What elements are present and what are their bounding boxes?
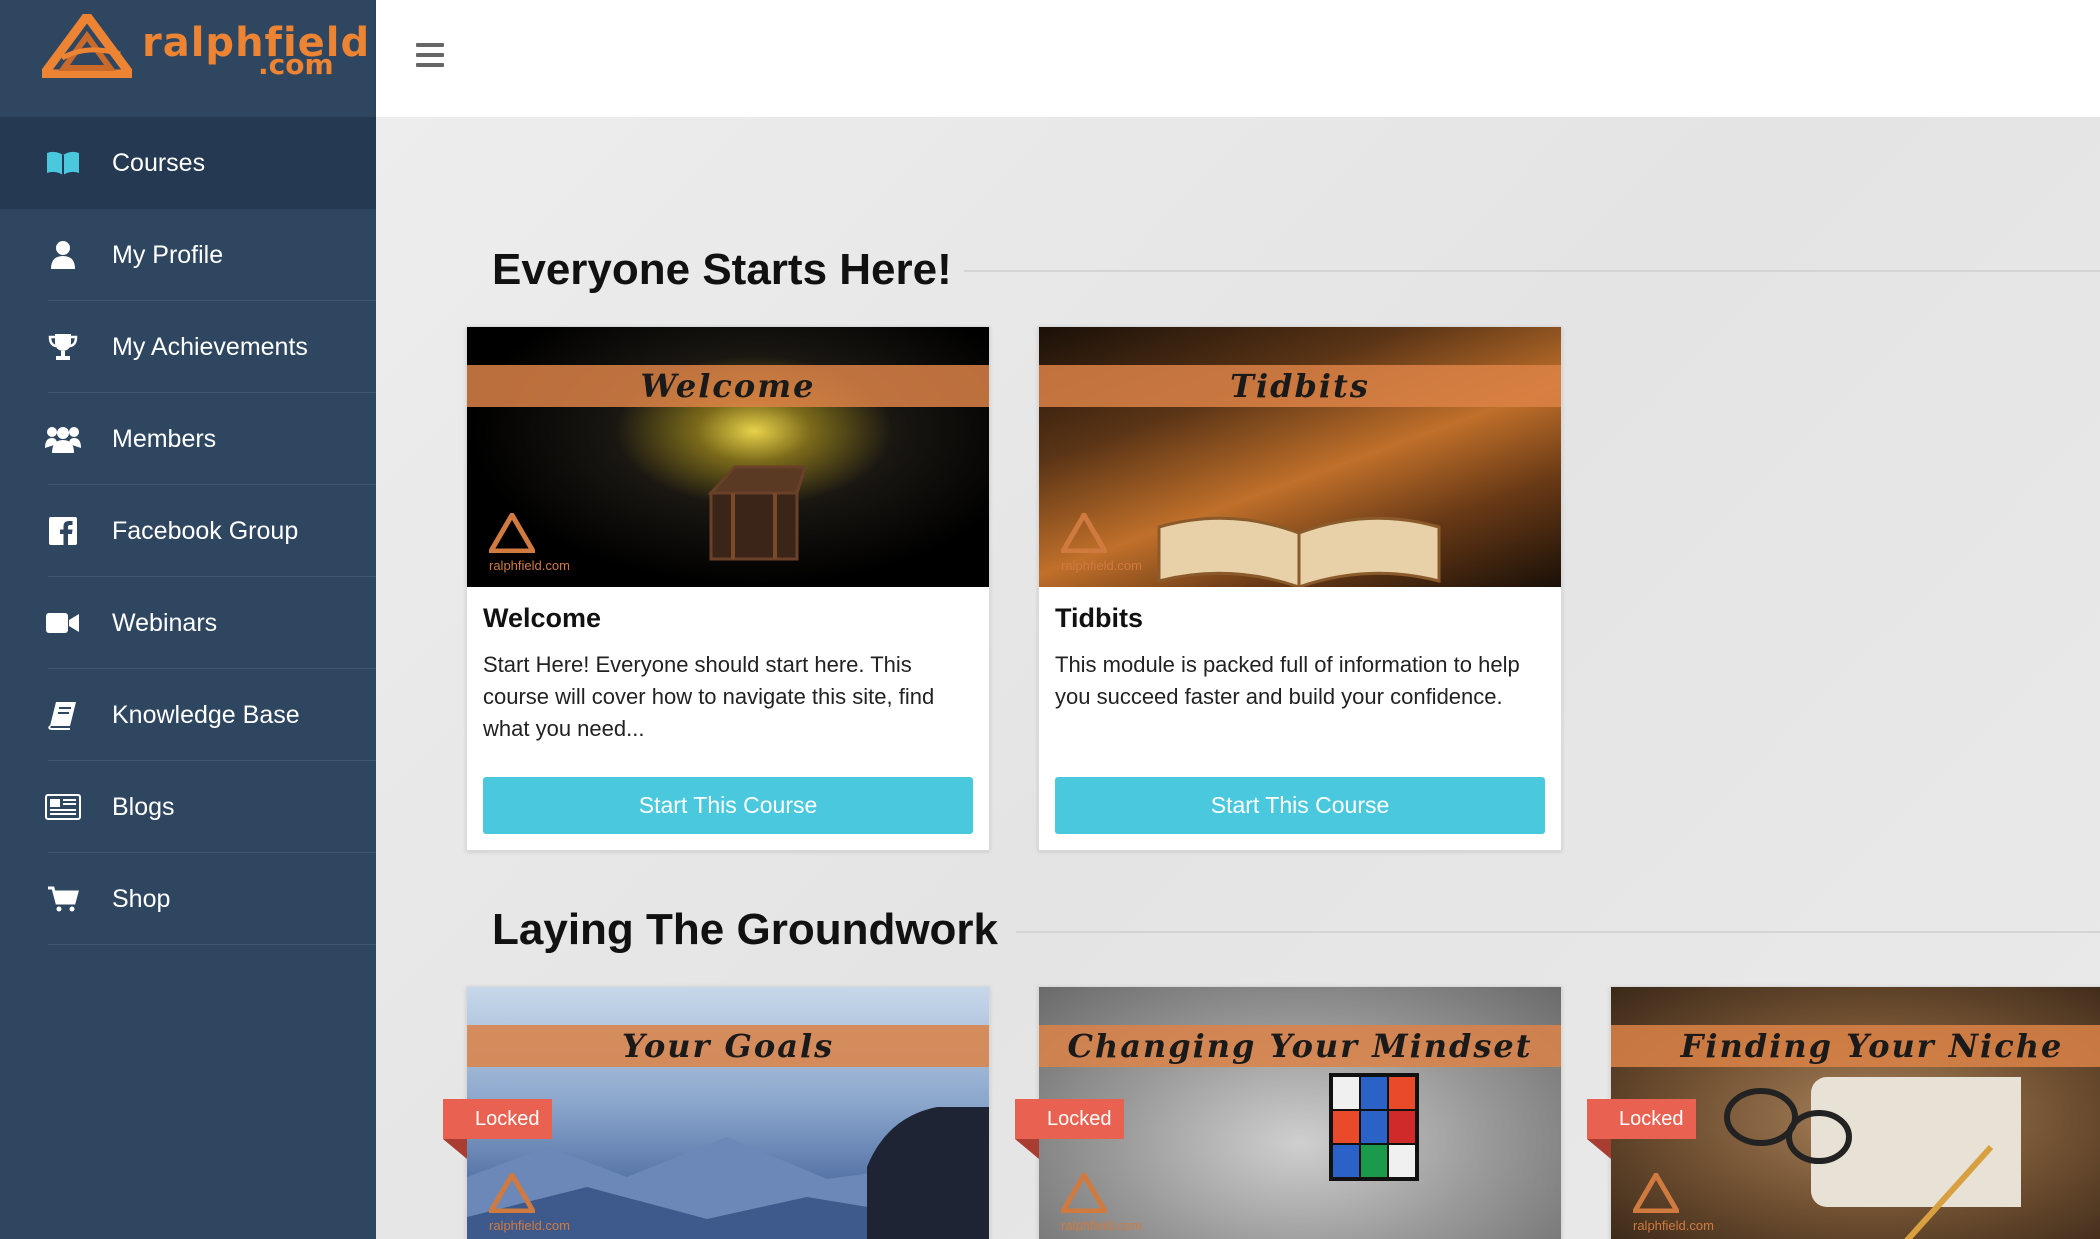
newspaper-icon	[44, 790, 82, 824]
notebook-glasses-icon	[1724, 1077, 2021, 1239]
start-course-button[interactable]: Start This Course	[483, 777, 973, 834]
section-divider	[1016, 931, 2100, 933]
sidebar-item-label: Knowledge Base	[112, 700, 300, 729]
hamburger-icon[interactable]	[416, 43, 444, 67]
sidebar-item-label: My Achievements	[112, 332, 308, 361]
brand-name: ralphfield	[142, 20, 371, 66]
users-icon	[44, 422, 82, 456]
section-divider	[964, 270, 2100, 272]
course-card-your-goals: Your Goals ralphfield.com Locked	[443, 986, 990, 1239]
thumbnail-title: Tidbits	[1230, 367, 1370, 405]
thumbnail-title: Welcome	[640, 367, 816, 405]
start-course-button[interactable]: Start This Course	[1055, 777, 1545, 834]
treasure-chest-icon	[707, 465, 805, 561]
thumbnail-title: Your Goals	[621, 1027, 835, 1065]
course-thumbnail[interactable]: Welcome ralphfield.com	[467, 327, 989, 587]
course-description: Start Here! Everyone should start here. …	[483, 652, 935, 741]
locked-badge: Locked	[1587, 1099, 1696, 1139]
sidebar-item-members[interactable]: Members	[0, 393, 376, 485]
top-bar	[376, 0, 2100, 117]
user-icon	[44, 238, 82, 272]
course-card-finding-your-niche: Finding Your Niche ralphfield.com Locked	[1587, 986, 2100, 1239]
badge-fold	[1587, 1139, 1611, 1159]
locked-badge: Locked	[443, 1099, 552, 1139]
video-camera-icon	[44, 606, 82, 640]
thumbnail-watermark: ralphfield.com	[489, 1218, 570, 1233]
open-book-icon	[1157, 516, 1441, 587]
brand-logo[interactable]: ralphfield .com	[0, 0, 376, 117]
course-card-welcome: Welcome ralphfield.com Welcome Start Her…	[466, 326, 990, 851]
shopping-cart-icon	[44, 882, 82, 916]
course-description: This module is packed full of informatio…	[1055, 652, 1520, 709]
thumbnail-logo: ralphfield.com	[1630, 1170, 1743, 1233]
rubiks-cube-icon	[1329, 1073, 1419, 1181]
sidebar-item-webinars[interactable]: Webinars	[0, 577, 376, 669]
badge-fold	[1015, 1139, 1039, 1159]
course-thumbnail[interactable]: Tidbits ralphfield.com	[1039, 327, 1561, 587]
section-title: Laying The Groundwork	[492, 905, 999, 954]
thumbnail-logo: ralphfield.com	[1058, 1170, 1171, 1233]
course-title: Welcome	[483, 603, 602, 633]
divider	[48, 944, 376, 945]
section-title: Everyone Starts Here!	[492, 245, 952, 294]
sidebar-item-shop[interactable]: Shop	[0, 853, 376, 945]
thumbnail-watermark: ralphfield.com	[1061, 558, 1142, 573]
badge-fold	[443, 1139, 467, 1159]
sidebar-item-label: Shop	[112, 884, 171, 913]
sidebar-item-label: Courses	[112, 148, 206, 177]
course-card-tidbits: Tidbits ralphfield.com Tidbits This modu…	[1038, 326, 1562, 851]
book-open-icon	[44, 146, 82, 180]
book-icon	[44, 698, 82, 732]
facebook-icon	[44, 514, 82, 548]
sidebar-item-label: Webinars	[112, 608, 218, 637]
sidebar-item-label: Facebook Group	[112, 516, 299, 545]
course-card-changing-your-mindset: Changing Your Mindset ralphfield.com Loc…	[1015, 986, 1562, 1239]
sidebar-nav: Courses My Profile My Achievements Membe…	[0, 117, 376, 945]
sidebar-item-blogs[interactable]: Blogs	[0, 761, 376, 853]
thumbnail-watermark: ralphfield.com	[1633, 1218, 1714, 1233]
sidebar-item-facebook-group[interactable]: Facebook Group	[0, 485, 376, 577]
trophy-icon	[44, 330, 82, 364]
thumbnail-logo: ralphfield.com	[486, 510, 599, 573]
thumbnail-title: Changing Your Mindset	[1067, 1027, 1533, 1065]
thumbnail-watermark: ralphfield.com	[1061, 1218, 1142, 1233]
sidebar-item-my-profile[interactable]: My Profile	[0, 209, 376, 301]
sidebar-item-label: Blogs	[112, 792, 175, 821]
sidebar-item-my-achievements[interactable]: My Achievements	[0, 301, 376, 393]
sidebar-item-courses[interactable]: Courses	[0, 117, 376, 209]
logo-mark-icon	[42, 14, 132, 78]
sidebar: ralphfield .com Courses My Profile My Ac…	[0, 0, 376, 1239]
courses-main: Everyone Starts Here! Welcome ralphfield…	[376, 117, 2100, 1239]
sidebar-item-label: My Profile	[112, 240, 224, 269]
locked-badge: Locked	[1015, 1099, 1124, 1139]
course-title: Tidbits	[1055, 603, 1144, 633]
thumbnail-logo: ralphfield.com	[1058, 510, 1171, 573]
brand-suffix: .com	[258, 48, 334, 81]
thumbnail-watermark: ralphfield.com	[489, 558, 570, 573]
thumbnail-logo: ralphfield.com	[486, 1170, 599, 1233]
sidebar-item-knowledge-base[interactable]: Knowledge Base	[0, 669, 376, 761]
sidebar-item-label: Members	[112, 424, 217, 453]
thumbnail-title: Finding Your Niche	[1680, 1027, 2064, 1065]
